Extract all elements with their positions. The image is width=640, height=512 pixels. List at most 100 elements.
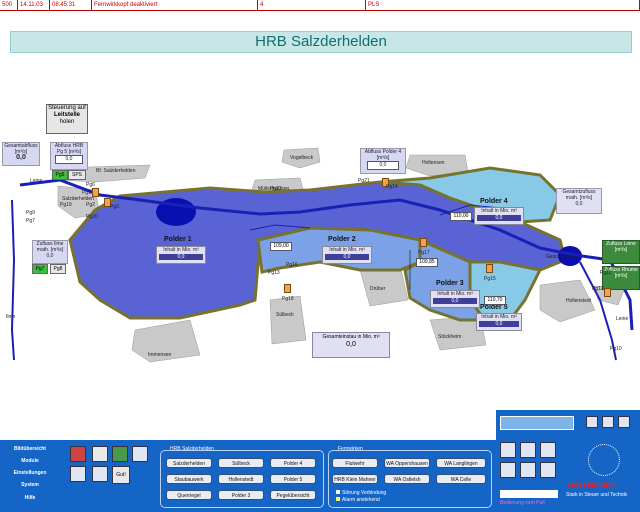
stop-icon[interactable]	[540, 442, 556, 458]
gate-pg16[interactable]	[284, 284, 291, 293]
polder-3-value: 0,0	[433, 298, 477, 304]
btn-hrb-klein-mahner[interactable]: HRB Klein Mahner	[332, 474, 378, 484]
trend-icon[interactable]	[132, 446, 148, 462]
status-field	[500, 490, 558, 498]
polder-3-inhalt: Inhalt in Mio. m³ 0,0	[430, 290, 480, 308]
tools-icon[interactable]	[500, 462, 516, 478]
gauge-pg21[interactable]: Pg21	[358, 178, 370, 184]
zufluss-ilme-value: 0,0	[46, 253, 54, 259]
place-immensen: Immensen	[148, 352, 172, 358]
nav-module[interactable]: Module	[10, 458, 50, 464]
hrb-group-title: HRB Salzderhelden	[170, 446, 214, 452]
nav-system[interactable]: System	[10, 482, 50, 488]
polder-3-title: Polder 3	[436, 280, 464, 287]
zufluss-ilme-box: Zufluss Ilme math. [m³/s] 0,0	[32, 240, 68, 264]
home-icon[interactable]	[500, 442, 516, 458]
brand-tagline: Stark in Steuer und Technik	[566, 492, 628, 498]
place-leine-bottom: Leine	[616, 316, 629, 322]
legend-alarm-label: Alarm anstehend	[342, 497, 380, 503]
abfluss-hrb-value: 0,0	[55, 155, 83, 164]
polder-1-inhalt-label: Inhalt in Mio. m³	[163, 247, 199, 253]
gauge-pg10[interactable]: Pg10	[610, 346, 622, 352]
btn-salzderhelden[interactable]: Salzderhelden	[166, 458, 212, 468]
gauge-pg6[interactable]: Pg6	[86, 182, 95, 188]
gauge-pg18[interactable]: Pg18	[282, 296, 294, 302]
gauge-pg1[interactable]: Pg1	[82, 190, 91, 196]
gauge-pg22[interactable]: Pg22	[270, 186, 282, 192]
btn-querriegel[interactable]: Querriegel	[166, 490, 212, 500]
btn-pegeluebersicht[interactable]: Pegelübersicht	[270, 490, 316, 500]
polder-1-inhalt: Inhalt in Mio. m³ 0,0	[156, 246, 206, 264]
nav-einstellungen[interactable]: Einstellungen	[10, 470, 50, 476]
gate-pg15[interactable]	[486, 264, 493, 273]
polder-2-title: Polder 2	[328, 236, 356, 243]
abfluss-hrb-box: Abfluss HRB Pg 5 [m³/s] 0,0	[50, 142, 88, 170]
polder-5-inhalt: Inhalt in Mio. m³ 0,0	[476, 313, 522, 331]
polder-3-inhalt-label: Inhalt in Mio. m³	[437, 291, 473, 297]
village-sulbeck	[269, 295, 307, 345]
info-icon[interactable]	[70, 466, 86, 482]
gesamtabfluss-value: 0,0	[16, 154, 26, 161]
polder-5-inhalt-label: Inhalt in Mio. m³	[481, 314, 517, 320]
gauge-pg15[interactable]: Pg15	[484, 276, 496, 282]
nav-bilduebersicht[interactable]: Bildübersicht	[10, 446, 50, 452]
zoom-icon[interactable]	[586, 416, 598, 428]
btn-wa-oppershausen[interactable]: WA Oppershausen	[384, 458, 430, 468]
place-leine-top: Leine	[30, 178, 43, 184]
place-hollenstedt: Hollenstedt	[566, 298, 592, 304]
gauge-pg20[interactable]: Pg20	[86, 214, 98, 220]
gauge-pg16[interactable]: Pg16	[286, 262, 298, 268]
leitstelle-control-button[interactable]: Steuerung auf Leitstelle holen	[46, 104, 88, 134]
chart-icon[interactable]	[92, 446, 108, 462]
pencil-icon[interactable]	[520, 462, 536, 478]
btn-polder5[interactable]: Polder 5	[270, 474, 316, 484]
place-bf-salzderhelden: Bf. Salzderhelden	[96, 168, 136, 174]
zoom-out-icon[interactable]	[618, 416, 630, 428]
gauge-pg14[interactable]: Pg14	[386, 184, 398, 190]
btn-hollenstedt[interactable]: Hollenstedt	[218, 474, 264, 484]
nav-hilfe[interactable]: Hilfe	[10, 495, 50, 501]
btn-wa-langlingen[interactable]: WA Langlingen	[436, 458, 486, 468]
users-icon[interactable]	[520, 442, 536, 458]
gauge-pg3[interactable]: Pg3	[110, 204, 119, 210]
btn-flutwehr[interactable]: Flutwehr	[332, 458, 378, 468]
level-109-00: 109,00	[270, 242, 292, 251]
btn-polder4[interactable]: Polder 4	[270, 458, 316, 468]
gauge-pg19[interactable]: Pg19	[60, 202, 72, 208]
brand-logo: Hasselmann	[568, 480, 616, 489]
gesamteinstau-box: Gesamteinstau in Mio. m³ 0,0	[312, 332, 390, 358]
printer-icon[interactable]	[540, 462, 556, 478]
gauge-pg9[interactable]: Pg9	[26, 210, 35, 216]
gut-button[interactable]: Gut!	[112, 466, 130, 484]
river-ilme	[10, 199, 16, 361]
zufluss-ilme-pg7-button[interactable]: Pg7	[32, 264, 48, 274]
map-icon[interactable]	[112, 446, 128, 462]
gate-pg12[interactable]	[604, 288, 611, 297]
legend-alarm: Alarm anstehend	[336, 497, 380, 503]
place-stoeckheim: Stöckheim	[438, 334, 462, 340]
gauge-pg13[interactable]: Pg13	[268, 270, 280, 276]
place-holtensen: Holtensen	[422, 160, 445, 166]
gauge-pg2[interactable]: Pg2	[86, 202, 95, 208]
btn-wa-celle[interactable]: WA Celle	[436, 474, 486, 484]
legend-stoerung-swatch	[336, 490, 340, 494]
gate-pg17[interactable]	[420, 238, 427, 247]
legend-stoerung: Störung Verbindung	[336, 490, 386, 496]
abfluss-hrb-pg5-button[interactable]: Pg5	[52, 170, 68, 180]
scroll-slider[interactable]	[500, 416, 574, 430]
alarm-icon[interactable]	[70, 446, 86, 462]
gauge-pg12[interactable]: Pg12	[592, 286, 604, 292]
btn-suelbeck[interactable]: Sülbeck	[218, 458, 264, 468]
abfluss-hrb-sps-button[interactable]: SPS	[68, 170, 86, 180]
zoom-in-icon[interactable]	[602, 416, 614, 428]
gauge-pg11[interactable]: Pg11	[600, 270, 611, 276]
gauge-pg7[interactable]: Pg7	[26, 218, 35, 224]
zufluss-ilme-pg8-button[interactable]: Pg8	[50, 264, 66, 274]
gesamteinstau-value: 0,0	[346, 341, 356, 348]
btn-wa-ostlelsh[interactable]: WA Ostlelsh	[384, 474, 430, 484]
btn-staubauwerk[interactable]: Staubauwerk	[166, 474, 212, 484]
document-icon[interactable]	[92, 466, 108, 482]
place-sulbeck: Sülbeck	[276, 312, 294, 318]
gauge-pg17[interactable]: Pg17	[418, 250, 430, 256]
btn-polder3[interactable]: Polder 3	[218, 490, 264, 500]
